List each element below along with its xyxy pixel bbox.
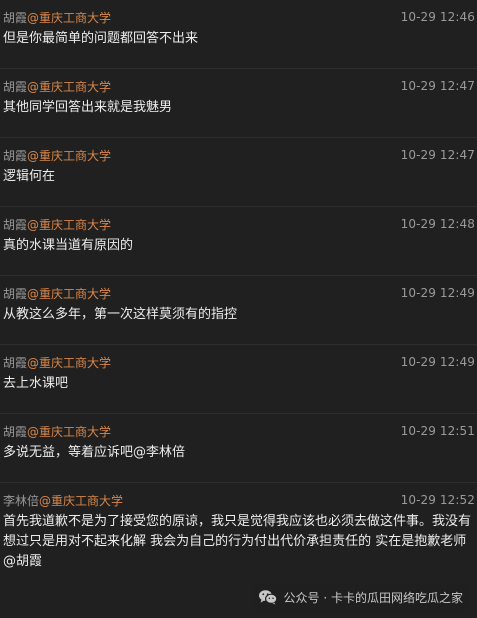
author-organization[interactable]: @重庆工商大学 bbox=[27, 147, 111, 164]
message-author: 胡霞 @重庆工商大学 bbox=[3, 78, 111, 95]
author-organization[interactable]: @重庆工商大学 bbox=[27, 354, 111, 371]
message-text: 真的水课当道有原因的 bbox=[3, 238, 134, 253]
message-text: 其他同学回答出来就是我魅男 bbox=[3, 100, 173, 115]
message-timestamp: 10-29 12:49 bbox=[400, 286, 475, 300]
message-text: 多说无益，等着应诉吧@李林倍 bbox=[3, 445, 186, 460]
author-name[interactable]: 李林倍 bbox=[3, 492, 39, 509]
message-author: 胡霞 @重庆工商大学 bbox=[3, 285, 111, 302]
message-text: 去上水课吧 bbox=[3, 376, 69, 391]
author-organization[interactable]: @重庆工商大学 bbox=[27, 9, 111, 26]
message-timestamp: 10-29 12:52 bbox=[400, 493, 475, 507]
message-author: 胡霞 @重庆工商大学 bbox=[3, 423, 111, 440]
author-organization[interactable]: @重庆工商大学 bbox=[27, 423, 111, 440]
watermark-text: 公众号 · 卡卡的瓜田网络吃瓜之家 bbox=[283, 590, 463, 605]
author-organization[interactable]: @重庆工商大学 bbox=[27, 285, 111, 302]
message-item: 胡霞 @重庆工商大学 10-29 12:49 从教这么多年，第一次这样莫须有的指控 bbox=[0, 276, 477, 345]
message-timestamp: 10-29 12:51 bbox=[400, 424, 475, 438]
author-organization[interactable]: @重庆工商大学 bbox=[27, 216, 111, 233]
message-item: 胡霞 @重庆工商大学 10-29 12:46 但是你最简单的问题都回答不出来 bbox=[0, 0, 477, 69]
author-name[interactable]: 胡霞 bbox=[3, 423, 27, 440]
author-name[interactable]: 胡霞 bbox=[3, 9, 27, 26]
author-name[interactable]: 胡霞 bbox=[3, 354, 27, 371]
message-timestamp: 10-29 12:49 bbox=[400, 355, 475, 369]
message-author: 胡霞 @重庆工商大学 bbox=[3, 147, 111, 164]
source-watermark: 公众号 · 卡卡的瓜田网络吃瓜之家 bbox=[253, 584, 467, 610]
message-author: 胡霞 @重庆工商大学 bbox=[3, 216, 111, 233]
message-text: 从教这么多年，第一次这样莫须有的指控 bbox=[3, 307, 238, 322]
author-organization[interactable]: @重庆工商大学 bbox=[27, 78, 111, 95]
message-author: 胡霞 @重庆工商大学 bbox=[3, 354, 111, 371]
author-name[interactable]: 胡霞 bbox=[3, 78, 27, 95]
author-name[interactable]: 胡霞 bbox=[3, 216, 27, 233]
message-timestamp: 10-29 12:47 bbox=[400, 79, 475, 93]
message-text: 逻辑何在 bbox=[3, 169, 56, 184]
author-name[interactable]: 胡霞 bbox=[3, 147, 27, 164]
message-timestamp: 10-29 12:48 bbox=[400, 217, 475, 231]
comment-feed: 胡霞 @重庆工商大学 10-29 12:46 但是你最简单的问题都回答不出来 胡霞… bbox=[0, 0, 477, 618]
message-item: 胡霞 @重庆工商大学 10-29 12:48 真的水课当道有原因的 bbox=[0, 207, 477, 276]
message-item: 胡霞 @重庆工商大学 10-29 12:47 其他同学回答出来就是我魅男 bbox=[0, 69, 477, 138]
message-author: 胡霞 @重庆工商大学 bbox=[3, 9, 111, 26]
message-author: 李林倍 @重庆工商大学 bbox=[3, 492, 123, 509]
message-item: 胡霞 @重庆工商大学 10-29 12:49 去上水课吧 bbox=[0, 345, 477, 414]
message-item: 胡霞 @重庆工商大学 10-29 12:47 逻辑何在 bbox=[0, 138, 477, 207]
message-text: 但是你最简单的问题都回答不出来 bbox=[3, 31, 199, 46]
message-text: 首先我道歉不是为了接受您的原谅，我只是觉得我应该也必须去做这件事。我没有想过只是… bbox=[3, 514, 472, 569]
author-name[interactable]: 胡霞 bbox=[3, 285, 27, 302]
message-item: 胡霞 @重庆工商大学 10-29 12:51 多说无益，等着应诉吧@李林倍 bbox=[0, 414, 477, 483]
wechat-icon bbox=[258, 589, 278, 605]
message-timestamp: 10-29 12:46 bbox=[400, 10, 475, 24]
author-organization[interactable]: @重庆工商大学 bbox=[39, 492, 123, 509]
message-timestamp: 10-29 12:47 bbox=[400, 148, 475, 162]
